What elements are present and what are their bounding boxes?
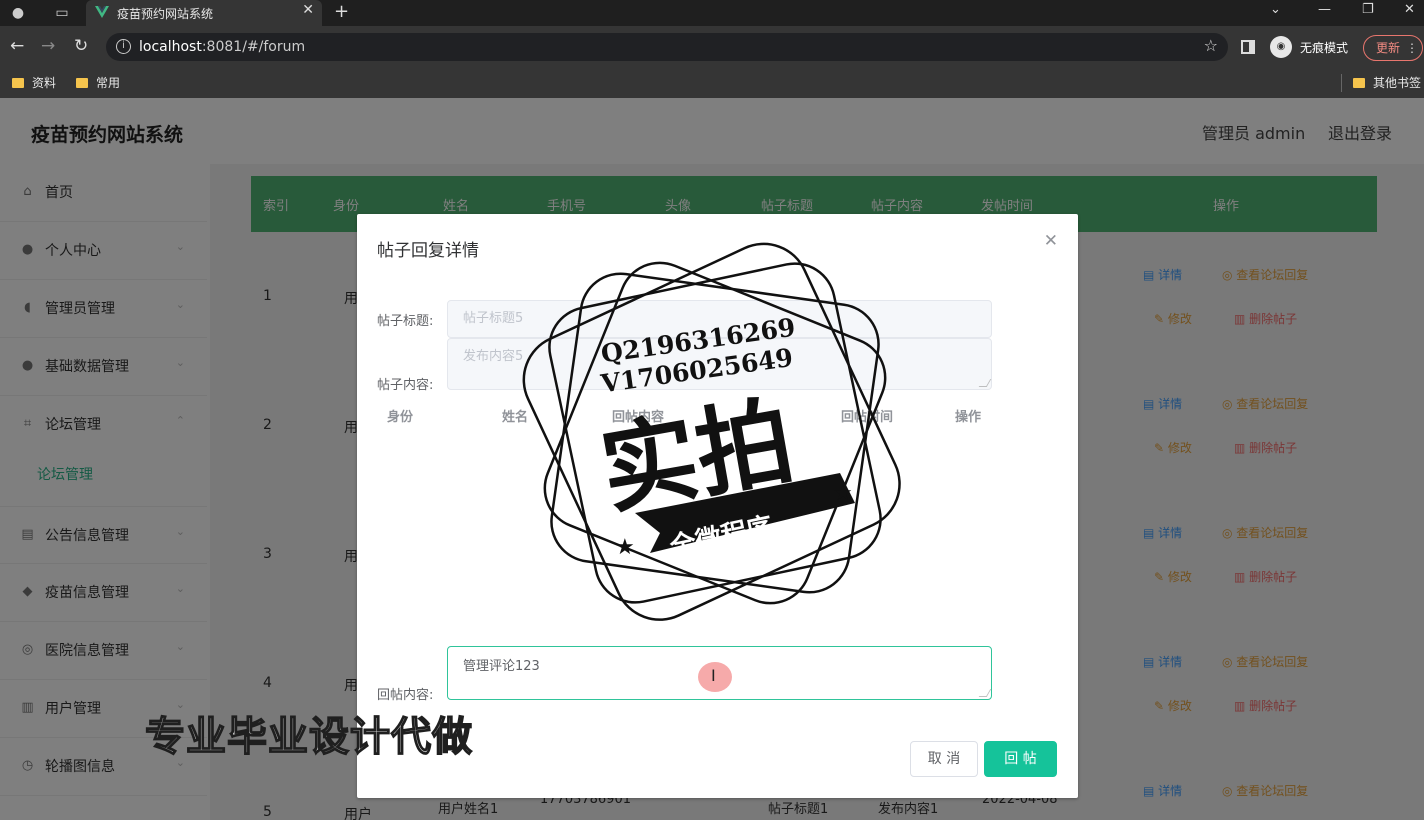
stamp-graphic: Q2196316269 V1706025649 实拍 全微程序 ★ ★: [522, 242, 901, 621]
tab-title: 疫苗预约网站系统: [117, 7, 214, 21]
post-content-label: 帖子内容:: [377, 378, 434, 393]
menu-dots-icon[interactable]: ⋮: [1406, 36, 1418, 60]
other-bookmarks[interactable]: 其他书签: [1353, 74, 1421, 91]
folder-icon: [1353, 78, 1365, 88]
minimize-icon[interactable]: —: [1318, 2, 1331, 17]
browser-tab[interactable]: 疫苗预约网站系统 ✕: [86, 0, 322, 26]
post-title-label: 帖子标题:: [377, 314, 434, 329]
submit-reply-button[interactable]: 回 帖: [984, 741, 1057, 777]
close-icon[interactable]: ✕: [1044, 231, 1058, 251]
resize-handle[interactable]: [978, 689, 992, 697]
vue-logo-icon: [95, 6, 109, 18]
folder-icon: [12, 78, 24, 88]
incognito-label: 无痕模式: [1300, 41, 1349, 55]
url-field[interactable]: i localhost:8081/#/forum ☆: [106, 33, 1228, 61]
tab-search-icon[interactable]: ⌄: [1270, 2, 1281, 17]
watermark-stamp: Q2196316269 V1706025649 实拍 全微程序 ★ ★: [515, 238, 910, 628]
folder-icon: [76, 78, 88, 88]
address-bar: ← → ↻ i localhost:8081/#/forum ☆ ◉ 无痕模式 …: [0, 26, 1424, 68]
reply-content-label: 回帖内容:: [377, 688, 434, 703]
forward-icon[interactable]: →: [41, 36, 55, 56]
cancel-button[interactable]: 取 消: [910, 741, 978, 777]
restore-icon[interactable]: ❐: [1362, 2, 1374, 17]
close-window-icon[interactable]: ✕: [1404, 2, 1415, 17]
bookmark-folder-ziliao[interactable]: 资料: [12, 74, 56, 91]
reload-icon[interactable]: ↻: [74, 36, 88, 56]
site-info-icon[interactable]: i: [116, 39, 131, 54]
browser-tab-bar: ● ▭ 疫苗预约网站系统 ✕ + ⌄ — ❐ ✕: [0, 0, 1424, 26]
text-cursor-icon: I: [711, 666, 716, 685]
url-text: localhost:8081/#/forum: [139, 39, 306, 55]
reply-column-header: 身份: [387, 410, 414, 425]
incognito-icon[interactable]: ◉: [1270, 36, 1292, 58]
dialog-title: 帖子回复详情: [377, 241, 479, 261]
bookmarks-bar: 资料 常用 其他书签: [0, 68, 1424, 98]
tab-close-icon[interactable]: ✕: [302, 2, 314, 18]
browser-globe-icon[interactable]: ●: [8, 3, 28, 23]
bookmark-star-icon[interactable]: ☆: [1204, 36, 1218, 55]
bookmark-separator: [1341, 74, 1342, 92]
resize-handle[interactable]: [978, 379, 992, 387]
star-icon: ★: [615, 535, 635, 560]
side-panel-icon[interactable]: [1241, 40, 1255, 54]
back-icon[interactable]: ←: [10, 36, 24, 56]
bookmark-folder-changyong[interactable]: 常用: [76, 74, 120, 91]
update-button[interactable]: 更新 ⋮: [1363, 35, 1423, 61]
star-icon: ★: [833, 481, 853, 506]
window-icon[interactable]: ▭: [52, 3, 72, 23]
new-tab-icon[interactable]: +: [334, 1, 349, 22]
reply-column-header: 操作: [955, 410, 982, 425]
watermark-banner: 专业毕业设计代做: [144, 713, 473, 761]
